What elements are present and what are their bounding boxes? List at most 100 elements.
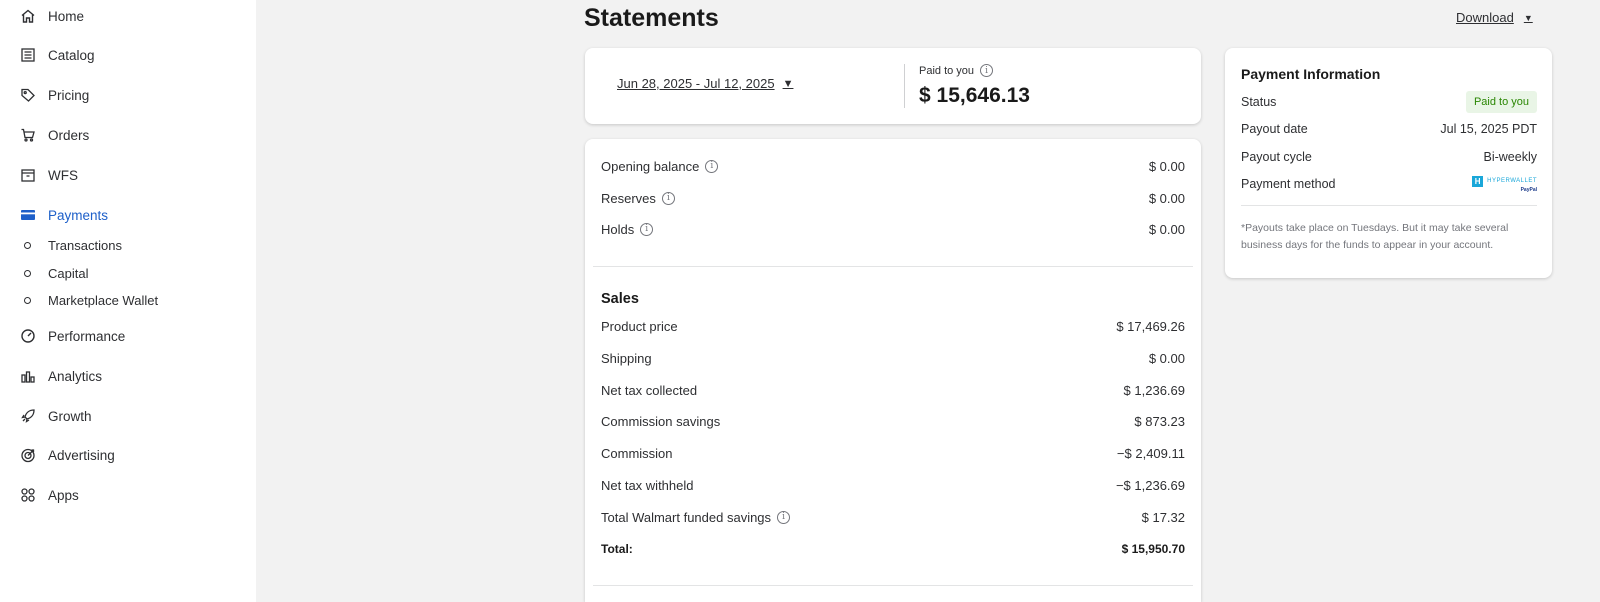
sidebar-subitem-label: Capital — [48, 265, 89, 281]
bullet-icon — [24, 296, 31, 304]
balance-row-reserves: Reserves i $ 0.00 — [601, 189, 1185, 207]
sidebar-item-apps[interactable]: Apps — [20, 484, 79, 506]
home-icon — [20, 8, 36, 24]
row-label: Net tax collected — [601, 382, 698, 398]
payment-information-card: Payment Information Status Paid to you P… — [1225, 48, 1552, 278]
sidebar-item-label: Catalog — [48, 47, 95, 63]
row-label: Commission — [601, 445, 673, 461]
row-label: Shipping — [601, 350, 652, 366]
row-label: Net tax withheld — [601, 477, 694, 493]
bullet-icon — [24, 241, 31, 249]
row-value: $ 0.00 — [1148, 158, 1185, 174]
sidebar-item-performance[interactable]: Performance — [20, 325, 125, 347]
hyperwallet-icon: H — [1472, 175, 1484, 187]
payment-info-title: Payment Information — [1241, 66, 1381, 82]
caret-down-icon: ▼ — [1523, 12, 1533, 23]
paid-amount: $ 15,646.13 — [919, 84, 1030, 107]
info-icon[interactable]: i — [705, 159, 719, 173]
download-label: Download — [1456, 10, 1514, 25]
sidebar-subitem-label: Marketplace Wallet — [48, 292, 159, 308]
sidebar-item-pricing[interactable]: Pricing — [20, 84, 89, 106]
sidebar-item-orders[interactable]: Orders — [20, 124, 89, 146]
payment-method-row: Payment method H HYPERWALLET PayPal — [1241, 173, 1537, 195]
total-value: $ 15,950.70 — [1121, 542, 1185, 556]
row-label: Opening balance — [601, 158, 700, 174]
target-icon — [20, 447, 36, 463]
rocket-icon — [20, 408, 36, 424]
sales-heading: Sales — [601, 291, 639, 307]
sales-row: Product price $ 17,469.26 — [601, 317, 1185, 335]
sidebar-item-label: Home — [48, 8, 85, 24]
payout-cycle-label: Payout cycle — [1241, 150, 1312, 164]
sales-row: Net tax collected $ 1,236.69 — [601, 381, 1185, 399]
total-label: Total: — [601, 542, 633, 556]
logo-text: HYPERWALLET — [1487, 178, 1537, 184]
sidebar-subitem-transactions[interactable]: Transactions — [24, 236, 122, 254]
row-value: $ 873.23 — [1134, 413, 1185, 429]
info-icon[interactable]: i — [777, 510, 791, 524]
date-range-picker[interactable]: Jun 28, 2025 - Jul 12, 2025 ▼ — [617, 76, 793, 91]
logo-subtext: PayPal — [1520, 186, 1537, 193]
payment-method-label: Payment method — [1241, 177, 1336, 191]
row-label: Commission savings — [601, 413, 721, 429]
sales-row: Commission savings $ 873.23 — [601, 412, 1185, 430]
sidebar-item-advertising[interactable]: Advertising — [20, 444, 115, 466]
payout-date-row: Payout date Jul 15, 2025 PDT — [1241, 118, 1537, 140]
download-button[interactable]: Download ▼ — [1456, 10, 1533, 25]
row-value: $ 0.00 — [1148, 221, 1185, 237]
balance-row-opening: Opening balance i $ 0.00 — [601, 157, 1185, 175]
caret-down-icon: ▼ — [782, 77, 794, 90]
page-title: Statements — [584, 4, 719, 32]
sidebar-item-label: Analytics — [48, 368, 103, 384]
info-icon[interactable]: i — [640, 222, 654, 236]
row-value: $ 17,469.26 — [1116, 318, 1185, 334]
sidebar-subitem-marketplace-wallet[interactable]: Marketplace Wallet — [24, 291, 158, 309]
payout-note: *Payouts take place on Tuesdays. But it … — [1241, 222, 1509, 251]
row-label: Product price — [601, 318, 678, 334]
sidebar-item-analytics[interactable]: Analytics — [20, 365, 102, 387]
cart-icon — [20, 127, 36, 143]
payout-cycle-row: Payout cycle Bi-weekly — [1241, 146, 1537, 168]
sidebar-item-payments[interactable]: Payments — [20, 204, 108, 226]
sales-row: Shipping $ 0.00 — [601, 349, 1185, 367]
payout-date-value: Jul 15, 2025 PDT — [1440, 122, 1537, 136]
sidebar-item-label: Pricing — [48, 87, 90, 103]
tag-icon — [20, 87, 36, 103]
sidebar-item-wfs[interactable]: WFS — [20, 164, 78, 186]
divider — [1241, 205, 1537, 206]
card-icon — [20, 207, 36, 223]
sidebar-subitem-label: Transactions — [48, 237, 122, 253]
payout-date-label: Payout date — [1241, 122, 1308, 136]
sidebar: Home Catalog Pricing Orders WFS Payments… — [0, 0, 256, 602]
sidebar-subitem-capital[interactable]: Capital — [24, 264, 88, 282]
info-icon[interactable]: i — [661, 191, 675, 205]
sidebar-item-label: Advertising — [48, 447, 115, 463]
row-value: $ 1,236.69 — [1123, 382, 1185, 398]
balance-row-holds: Holds i $ 0.00 — [601, 220, 1185, 238]
sidebar-item-catalog[interactable]: Catalog — [20, 44, 95, 66]
statement-details-card: Opening balance i $ 0.00 Reserves i $ 0.00… — [585, 139, 1201, 602]
statement-summary-card: Jun 28, 2025 - Jul 12, 2025 ▼ Paid to yo… — [585, 48, 1201, 124]
sales-row: Commission −$ 2,409.11 — [601, 444, 1185, 462]
divider — [593, 585, 1193, 586]
sidebar-item-home[interactable]: Home — [20, 5, 84, 27]
row-value: $ 0.00 — [1148, 190, 1185, 206]
sidebar-item-label: WFS — [48, 167, 78, 183]
sidebar-item-label: Orders — [48, 127, 90, 143]
sidebar-item-label: Payments — [48, 207, 109, 223]
paid-label-text: Paid to you — [919, 64, 975, 77]
hyperwallet-logo: H HYPERWALLET PayPal — [1472, 175, 1537, 193]
row-label: Total Walmart funded savings — [601, 509, 772, 525]
payout-cycle-value: Bi-weekly — [1483, 150, 1538, 164]
sidebar-item-growth[interactable]: Growth — [20, 405, 92, 427]
status-badge: Paid to you — [1465, 91, 1537, 113]
grid-icon — [20, 487, 36, 503]
status-label: Status — [1241, 95, 1277, 109]
box-icon — [20, 167, 36, 183]
row-value: −$ 2,409.11 — [1116, 445, 1185, 461]
date-range-label: Jun 28, 2025 - Jul 12, 2025 — [617, 76, 775, 91]
info-icon[interactable]: i — [980, 64, 994, 77]
bullet-icon — [24, 269, 31, 277]
sales-total-row: Total: $ 15,950.70 — [601, 540, 1185, 558]
catalog-icon — [20, 47, 36, 63]
